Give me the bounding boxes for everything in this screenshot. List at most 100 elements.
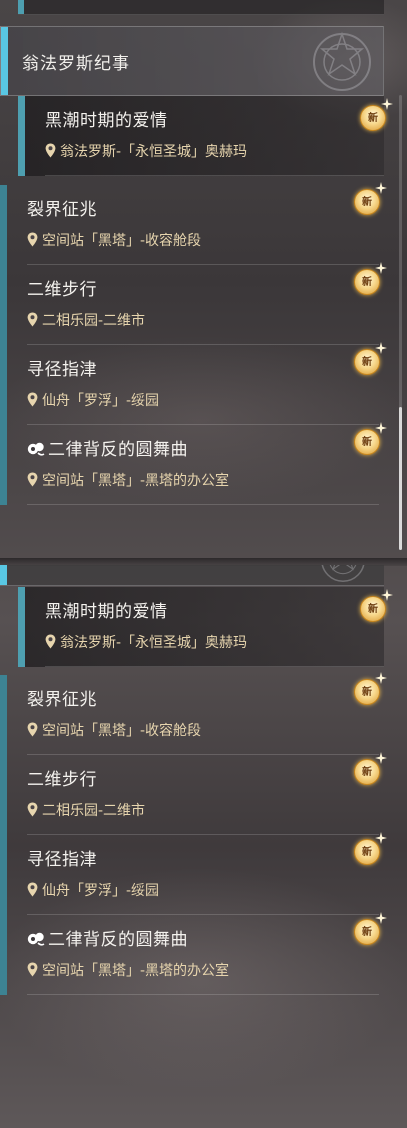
companion-quest-icon <box>27 441 45 457</box>
sparkle-icon <box>375 832 387 844</box>
quest-location: 空间站「黑塔」-收容舱段 <box>27 720 201 740</box>
scrollbar-thumb[interactable] <box>399 407 402 550</box>
new-badge-icon: 新 <box>352 185 386 215</box>
new-badge-icon: 新 <box>358 101 392 131</box>
quest-item-4[interactable]: 二律背反的圆舞曲 空间站「黑塔」-黑塔的办公室 新 <box>0 425 384 505</box>
quest-bar <box>0 675 7 755</box>
quest-location-text: 空间站「黑塔」-收容舱段 <box>42 233 202 249</box>
quest-bar <box>0 345 7 425</box>
quest-title: 寻径指津 <box>27 360 97 380</box>
quest-location-text: 仙舟「罗浮」-绥园 <box>42 393 160 409</box>
divider <box>45 666 384 667</box>
quest-location: 空间站「黑塔」-黑塔的办公室 <box>27 470 229 490</box>
new-badge-label: 新 <box>362 927 372 938</box>
new-badge-label: 新 <box>362 767 372 778</box>
quest-title-text: 二律背反的圆舞曲 <box>48 930 188 950</box>
quest-title: 黑潮时期的爱情 <box>45 111 168 131</box>
quest-panel-bottom: 黑潮时期的爱情 翁法罗斯-「永恒圣城」奥赫玛 新 裂界征兆 空间站「黑塔」-收容… <box>0 565 407 1128</box>
map-pin-icon <box>45 143 56 158</box>
quest-item-0[interactable]: 黑潮时期的爱情 翁法罗斯-「永恒圣城」奥赫玛 新 <box>0 96 384 176</box>
map-pin-icon <box>27 312 38 327</box>
new-badge-icon: 新 <box>352 265 386 295</box>
quest-item-0[interactable]: 黑潮时期的爱情 翁法罗斯-「永恒圣城」奥赫玛 新 <box>0 587 384 667</box>
new-badge-label: 新 <box>362 847 372 858</box>
quest-title: 裂界征兆 <box>27 200 97 220</box>
section-accent <box>1 27 8 95</box>
quest-bar <box>0 915 7 995</box>
quest-bar <box>18 587 25 667</box>
divider <box>27 994 379 995</box>
quest-item-1[interactable]: 裂界征兆 空间站「黑塔」-收容舱段 新 <box>0 185 384 265</box>
quest-title: 二律背反的圆舞曲 <box>27 435 188 460</box>
quest-title: 寻径指津 <box>27 850 97 870</box>
new-badge-label: 新 <box>362 277 372 288</box>
section-header-stub[interactable] <box>0 565 384 586</box>
divider <box>45 175 384 176</box>
quest-title: 二律背反的圆舞曲 <box>27 925 188 950</box>
quest-item-4[interactable]: 二律背反的圆舞曲 空间站「黑塔」-黑塔的办公室 新 <box>0 915 384 995</box>
quest-title: 黑潮时期的爱情 <box>45 602 168 622</box>
map-pin-icon <box>27 392 38 407</box>
quest-title: 裂界征兆 <box>27 690 97 710</box>
quest-title-text: 二律背反的圆舞曲 <box>48 440 188 460</box>
new-badge-label: 新 <box>368 113 378 124</box>
sparkle-icon <box>375 182 387 194</box>
quest-location: 空间站「黑塔」-收容舱段 <box>27 230 201 250</box>
quest-bar <box>18 0 24 14</box>
new-badge-label: 新 <box>362 357 372 368</box>
quest-bar <box>0 265 7 345</box>
new-badge-icon: 新 <box>352 915 386 945</box>
scrollbar[interactable] <box>399 95 402 550</box>
new-badge-icon: 新 <box>352 345 386 375</box>
section-title: 翁法罗斯纪事 <box>22 54 130 74</box>
map-pin-icon <box>27 802 38 817</box>
quest-bar <box>0 185 7 265</box>
quest-bar <box>0 755 7 835</box>
section-header[interactable]: 翁法罗斯纪事 <box>0 26 384 96</box>
emblem-icon <box>307 29 377 95</box>
new-badge-icon: 新 <box>352 675 386 705</box>
quest-title: 二维步行 <box>27 280 97 300</box>
companion-quest-icon <box>27 931 45 947</box>
new-badge-icon: 新 <box>352 425 386 455</box>
divider <box>27 504 379 505</box>
section-accent <box>0 565 7 585</box>
previous-quest-item-stub[interactable] <box>18 0 384 15</box>
quest-bar <box>18 96 25 176</box>
quest-location: 二相乐园-二维市 <box>27 310 145 330</box>
quest-item-2[interactable]: 二维步行 二相乐园-二维市 新 <box>0 755 384 835</box>
map-pin-icon <box>45 634 56 649</box>
new-badge-icon: 新 <box>358 592 392 622</box>
quest-location-text: 空间站「黑塔」-黑塔的办公室 <box>42 963 230 979</box>
quest-location-text: 空间站「黑塔」-收容舱段 <box>42 723 202 739</box>
quest-location: 仙舟「罗浮」-绥园 <box>27 880 159 900</box>
map-pin-icon <box>27 722 38 737</box>
quest-item-3[interactable]: 寻径指津 仙舟「罗浮」-绥园 新 <box>0 345 384 425</box>
sparkle-icon <box>375 342 387 354</box>
quest-location: 空间站「黑塔」-黑塔的办公室 <box>27 960 229 980</box>
new-badge-label: 新 <box>362 687 372 698</box>
map-pin-icon <box>27 232 38 247</box>
quest-title: 二维步行 <box>27 770 97 790</box>
quest-item-2[interactable]: 二维步行 二相乐园-二维市 新 <box>0 265 384 345</box>
quest-bar <box>0 835 7 915</box>
quest-location-text: 翁法罗斯-「永恒圣城」奥赫玛 <box>60 635 248 651</box>
new-badge-label: 新 <box>362 437 372 448</box>
quest-item-3[interactable]: 寻径指津 仙舟「罗浮」-绥园 新 <box>0 835 384 915</box>
quest-location-text: 二相乐园-二维市 <box>42 803 146 819</box>
sparkle-icon <box>375 672 387 684</box>
quest-bar <box>0 425 7 505</box>
quest-location-text: 仙舟「罗浮」-绥园 <box>42 883 160 899</box>
sparkle-icon <box>375 752 387 764</box>
emblem-icon <box>308 565 378 585</box>
sparkle-icon <box>381 98 393 110</box>
quest-location-text: 二相乐园-二维市 <box>42 313 146 329</box>
new-badge-label: 新 <box>368 604 378 615</box>
quest-panel-top: 翁法罗斯纪事 黑潮时期的爱情 翁法罗斯-「永恒圣城」奥赫玛 新 裂界征兆 空间站… <box>0 0 407 560</box>
map-pin-icon <box>27 962 38 977</box>
quest-location: 仙舟「罗浮」-绥园 <box>27 390 159 410</box>
quest-location: 二相乐园-二维市 <box>27 800 145 820</box>
new-badge-icon: 新 <box>352 835 386 865</box>
quest-item-1[interactable]: 裂界征兆 空间站「黑塔」-收容舱段 新 <box>0 675 384 755</box>
sparkle-icon <box>381 589 393 601</box>
